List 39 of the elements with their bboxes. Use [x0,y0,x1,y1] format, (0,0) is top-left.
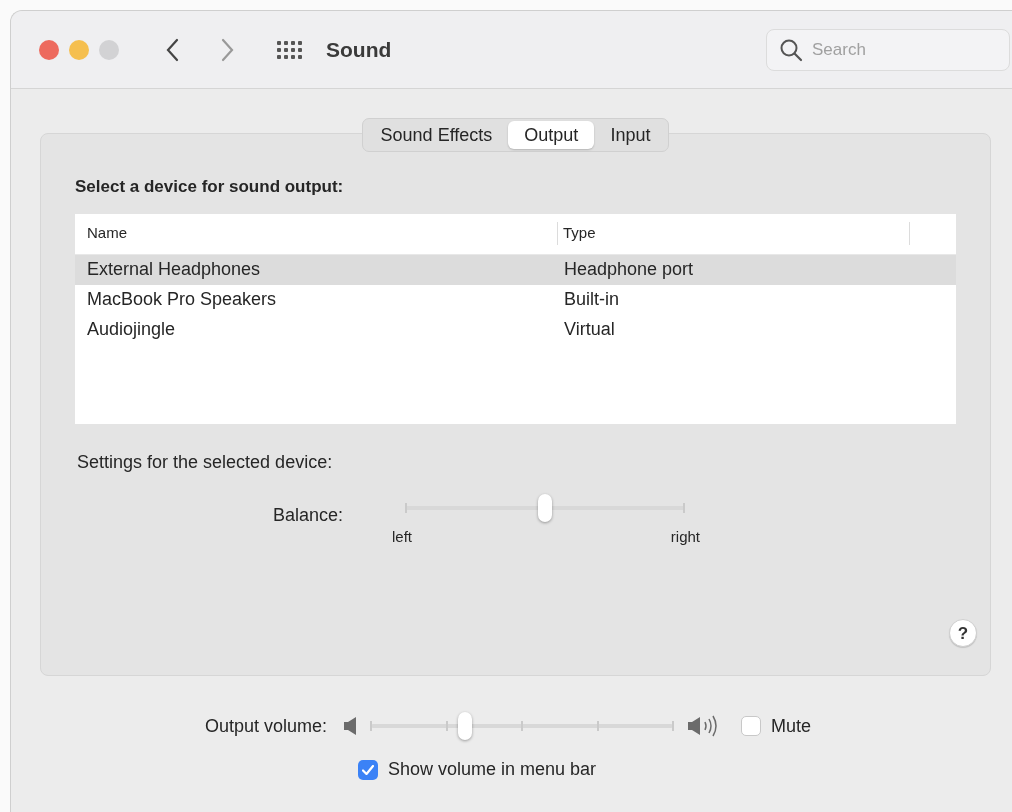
device-heading: Select a device for sound output: [75,176,345,198]
speaker-icon [343,716,358,736]
search-field[interactable]: Search [766,28,1010,71]
zoom-button[interactable] [99,39,119,60]
mute-label: Mute [771,714,812,738]
tab[interactable]: Input [594,121,667,149]
settings-heading: Settings for the selected device: [77,450,334,474]
minimize-button[interactable] [69,39,89,60]
show-volume-checkbox[interactable] [358,759,378,780]
output-volume-label: Output volume: [205,714,328,738]
table-cell-text: Headphone port [563,258,694,281]
column-header[interactable]: Name [75,222,558,245]
slider-thumb[interactable] [538,493,552,522]
slider-label: left [392,526,412,547]
device-row[interactable]: External Headphones Headphone port [75,254,956,285]
show-volume-label: Show volume in menu bar [388,758,597,781]
table-cell-text: Built-in [563,288,620,311]
mute-checkbox[interactable] [741,716,762,736]
slider-label: right [670,526,700,547]
slider-thumb[interactable] [457,712,472,740]
help-button[interactable]: ? [949,619,977,647]
balance-label: Balance: [271,503,343,527]
tab[interactable]: Output [508,121,595,149]
forward-icon[interactable] [221,37,235,62]
table-cell-text: External Headphones [86,258,262,281]
table-cell-text: Audiojingle [86,318,177,341]
search-icon [779,37,803,62]
device-row[interactable]: MacBook Pro Speakers Built-in [75,284,956,315]
close-button[interactable] [39,39,59,60]
back-icon[interactable] [165,37,179,62]
tab[interactable]: Sound Effects [364,121,509,149]
device-row[interactable]: Audiojingle Virtual [75,314,956,345]
window-title: Sound [326,36,392,63]
grid-icon[interactable] [276,39,304,60]
checkmark-icon [362,764,374,775]
table-cell-text: Virtual [563,318,615,341]
table-cell-text: MacBook Pro Speakers [86,288,278,311]
volume-slider[interactable] [371,710,674,742]
column-header[interactable]: Type [558,222,910,245]
